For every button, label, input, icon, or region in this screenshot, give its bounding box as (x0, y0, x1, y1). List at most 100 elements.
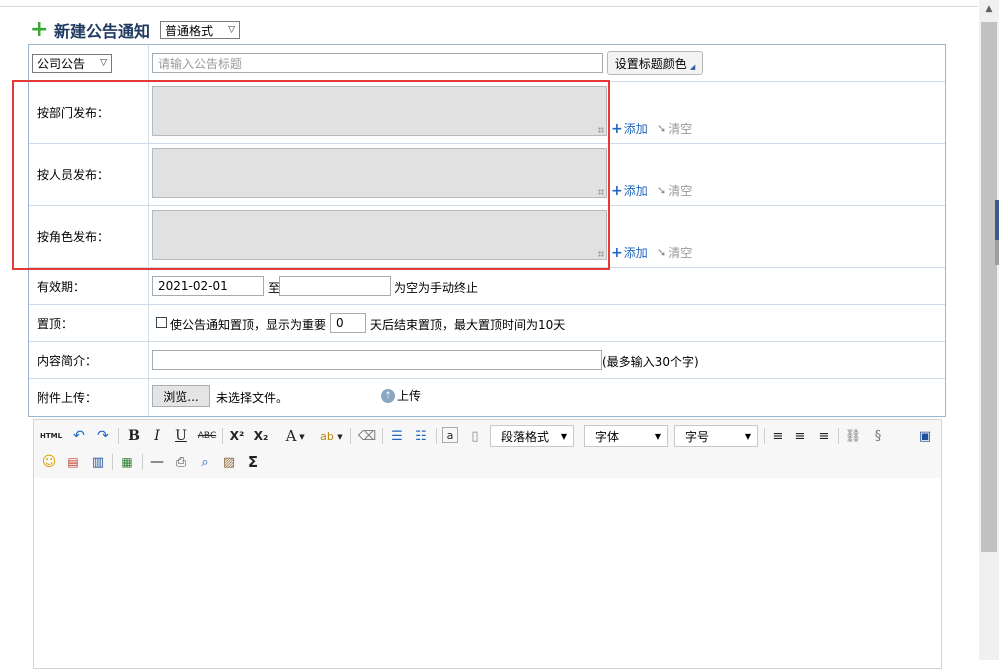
html-icon[interactable]: HTML (40, 427, 62, 445)
person-clear-link[interactable]: ➘ 清空 (657, 182, 692, 199)
toolbar-separator (112, 454, 113, 470)
emoticon-icon[interactable]: ☺ (40, 453, 58, 471)
dept-row: 按部门发布： + 添加 ➘ 清空 (29, 82, 945, 144)
bold-icon[interactable]: B (125, 427, 143, 445)
background-window-edge (995, 240, 999, 265)
format-select[interactable]: 普通格式 ▽ (160, 21, 241, 39)
role-row: 按角色发布： + 添加 ➘ 清空 (29, 206, 945, 268)
document-icon[interactable]: ▯ (466, 427, 484, 445)
toolbar-separator (764, 428, 765, 444)
summary-hint: (最多输入30个字) (602, 355, 699, 369)
dept-cell: + 添加 ➘ 清空 (149, 82, 945, 143)
underline-icon[interactable]: U (172, 427, 190, 445)
align-right-icon[interactable]: ≡ (815, 427, 833, 445)
link-icon[interactable]: ⛓ (844, 427, 862, 445)
strikethrough-icon[interactable]: ABC (196, 427, 218, 445)
undo-icon[interactable]: ↶ (70, 427, 88, 445)
role-textarea[interactable] (152, 210, 607, 260)
person-row: 按人员发布： + 添加 ➘ 清空 (29, 144, 945, 206)
person-cell: + 添加 ➘ 清空 (149, 144, 945, 205)
toolbar-separator (436, 428, 437, 444)
formula-icon[interactable]: Σ (244, 453, 262, 471)
category-cell: 公司公告 ▽ (29, 45, 149, 81)
upload-label: 上传 (397, 389, 422, 403)
clear-arrow-icon: ➘ (657, 122, 667, 135)
pin-checkbox-label: 使公告通知置顶，显示为重要 (170, 318, 327, 332)
plus-icon: + (611, 120, 623, 137)
font-family-value: 字体 (595, 429, 620, 444)
unordered-list-icon[interactable]: ☷ (412, 427, 430, 445)
summary-label: 内容简介： (29, 342, 149, 378)
chevron-down-icon[interactable]: ▼ (336, 428, 344, 446)
pin-label: 置顶： (29, 305, 149, 341)
title-cell: 请输入公告标题 设置标题颜色 ◢ (149, 45, 945, 81)
upload-button[interactable]: ⇡ 上传 (381, 387, 421, 404)
role-add-link[interactable]: + 添加 (611, 244, 648, 261)
italic-icon[interactable]: I (148, 427, 166, 445)
person-label: 按人员发布： (29, 144, 149, 205)
horizontal-rule-icon[interactable]: — (148, 453, 166, 471)
paragraph-format-value: 段落格式 (501, 429, 550, 444)
subscript-icon[interactable]: X₂ (252, 427, 270, 445)
notice-form: 公司公告 ▽ 请输入公告标题 设置标题颜色 ◢ 按部门发布： + 添加 ➘ 清空… (28, 44, 946, 417)
summary-input[interactable] (152, 350, 602, 370)
validity-cell: 2021-02-01 至 为空为手动终止 (149, 268, 945, 304)
align-center-icon[interactable]: ≡ (791, 427, 809, 445)
paragraph-format-select[interactable]: 段落格式 ▼ (490, 425, 574, 447)
browse-button[interactable]: 浏览... (152, 385, 210, 407)
print-icon[interactable]: ⎙ (172, 453, 190, 471)
pin-row: 置顶： 使公告通知置顶，显示为重要 0 天后结束置顶，最大置顶时间为10天 (29, 305, 945, 342)
align-left-icon[interactable]: ≡ (769, 427, 787, 445)
upload-icon: ⇡ (381, 388, 395, 403)
anchor-icon[interactable]: a (442, 427, 458, 443)
font-size-value: 字号 (685, 429, 710, 444)
set-title-color-button[interactable]: 设置标题颜色 ◢ (607, 51, 703, 75)
dept-add-link[interactable]: + 添加 (611, 120, 648, 137)
ordered-list-icon[interactable]: ☰ (388, 427, 406, 445)
rich-text-editor: HTML ↶ ↷ B I U ABC X² X₂ A ▼ ab ▼ ⌫ ☰ ☷ … (33, 419, 942, 669)
end-date-input[interactable] (279, 276, 391, 296)
add-icon: + (30, 17, 49, 42)
redo-icon[interactable]: ↷ (94, 427, 112, 445)
pin-checkbox[interactable] (156, 317, 167, 328)
search-replace-icon[interactable]: ⌕ (196, 453, 214, 471)
toolbar-separator (142, 454, 143, 470)
person-add-link[interactable]: + 添加 (611, 182, 648, 199)
role-cell: + 添加 ➘ 清空 (149, 206, 945, 267)
summary-cell: (最多输入30个字) (149, 342, 945, 378)
image-gallery-icon[interactable]: ▦ (118, 453, 136, 471)
clear-arrow-icon: ➘ (657, 184, 667, 197)
scrollbar-thumb[interactable] (981, 22, 997, 552)
dept-clear-link[interactable]: ➘ 清空 (657, 120, 692, 137)
plus-icon: + (611, 182, 623, 199)
unlink-icon[interactable]: § (869, 427, 887, 445)
font-family-select[interactable]: 字体 ▼ (584, 425, 668, 447)
vertical-scrollbar[interactable]: ▲ (979, 0, 999, 660)
highlight-color-icon[interactable]: ab (318, 427, 336, 445)
start-date-input[interactable]: 2021-02-01 (152, 276, 264, 296)
pin-days-input[interactable]: 0 (330, 313, 366, 333)
person-textarea[interactable] (152, 148, 607, 198)
superscript-icon[interactable]: X² (228, 427, 246, 445)
video-icon[interactable]: ▥ (89, 453, 107, 471)
dept-add-label: 添加 (623, 122, 648, 136)
clear-arrow-icon: ➘ (657, 246, 667, 259)
page-title: 新建公告通知 (54, 22, 151, 41)
role-clear-link[interactable]: ➘ 清空 (657, 244, 692, 261)
chevron-down-icon: ▽ (100, 58, 107, 68)
editor-content-area[interactable] (34, 478, 941, 668)
eraser-icon[interactable]: ⌫ (358, 427, 376, 445)
scroll-up-icon[interactable]: ▲ (979, 0, 999, 18)
category-select[interactable]: 公司公告 ▽ (32, 53, 112, 73)
window-top-border (0, 0, 978, 7)
validity-hint: 为空为手动终止 (394, 281, 479, 295)
attachment-row: 附件上传： 浏览... 未选择文件。 ⇡ 上传 (29, 379, 945, 416)
dept-textarea[interactable] (152, 86, 607, 136)
preview-icon[interactable]: ▣ (916, 427, 934, 445)
chevron-down-icon[interactable]: ▼ (298, 428, 306, 446)
title-input[interactable]: 请输入公告标题 (152, 53, 603, 73)
paste-icon[interactable]: ▨ (220, 453, 238, 471)
category-select-value: 公司公告 (37, 56, 86, 71)
font-size-select[interactable]: 字号 ▼ (674, 425, 758, 447)
image-icon[interactable]: ▤ (64, 453, 82, 471)
